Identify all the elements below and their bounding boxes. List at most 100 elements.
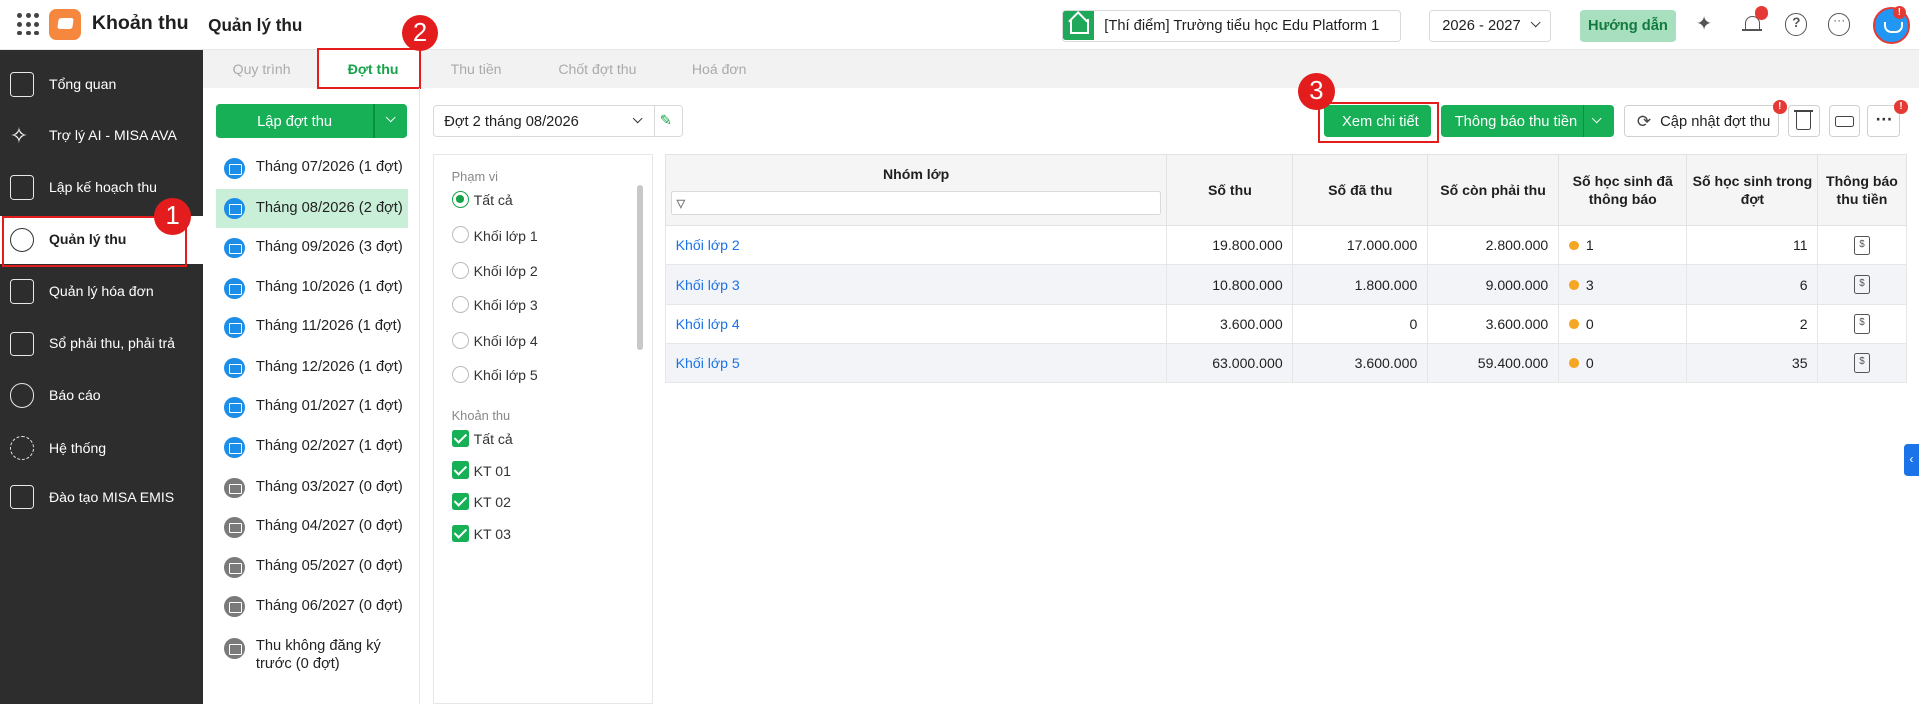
column-header[interactable]: Số thu [1166,154,1294,227]
radio[interactable] [451,226,469,244]
period-select-value: Đợt 2 tháng 08/2026 [444,113,579,130]
table-row[interactable]: Khối lớp 5 63.000.000 3.600.000 59.400.0… [664,343,1907,383]
update-period-button[interactable]: ⟳ Cập nhật đợt thu [1623,105,1780,138]
radio[interactable] [451,296,469,314]
column-header[interactable]: Số học sinh đã thông báo [1558,154,1688,227]
sidebar-item-invoices[interactable]: Quản lý hóa đơn [0,267,203,316]
sidebar-item-system[interactable]: Hệ thống [0,424,203,473]
school-year-select[interactable]: 2026 - 2027 [1428,9,1552,42]
calendar-icon [224,637,245,659]
period-item[interactable]: Tháng 02/2027 (1 đợt) [216,427,408,466]
payment-notice-icon[interactable]: $ [1853,313,1870,334]
period-item-selected[interactable]: Tháng 08/2026 (2 đợt) [215,188,408,228]
create-period-button[interactable]: Lập đợt thu [215,104,407,139]
ellipsis-icon: ··· [1875,108,1893,129]
cell-remaining: 9.000.000 [1427,264,1560,305]
chevron-down-icon[interactable] [1591,113,1602,124]
panel-toggle-icon[interactable]: ‹ [1904,444,1919,477]
cell-amount: 10.800.000 [1166,264,1294,305]
calendar-icon [224,396,245,418]
print-button[interactable] [1829,105,1860,138]
chevron-down-icon[interactable] [385,112,396,123]
table-row[interactable]: Khối lớp 2 19.800.000 17.000.000 2.800.0… [664,225,1907,266]
checkbox-checked[interactable] [451,461,469,479]
period-item[interactable]: Tháng 07/2026 (1 đợt) [216,148,408,187]
payment-notice-icon[interactable]: $ [1853,274,1870,295]
table-row[interactable]: Khối lớp 3 10.800.000 1.800.000 9.000.00… [664,264,1907,305]
tab-invoices[interactable]: Hoá đơn [692,61,747,77]
sidebar-item-ledger[interactable]: Sổ phải thu, phải trả [0,320,203,369]
period-item[interactable]: Tháng 04/2027 (0 đợt) [216,507,408,546]
period-item[interactable]: Thu không đăng ký trước (0 đợt) [216,637,408,679]
period-label: Tháng 07/2026 (1 đợt) [255,159,403,176]
payment-notice-icon[interactable]: $ [1853,353,1870,373]
notify-payment-button[interactable]: Thông báo thu tiền [1441,105,1614,138]
school-selector[interactable]: [Thí điểm] Trường tiểu học Edu Platform … [1061,9,1401,42]
help-button[interactable]: Hướng dẫn [1579,9,1677,42]
period-select[interactable]: Đợt 2 tháng 08/2026 ✎ [433,105,684,138]
question-icon[interactable]: ? [1785,13,1808,36]
tab-close-period[interactable]: Chốt đợt thu [558,61,636,77]
radio-checked[interactable] [451,190,469,208]
calendar-icon [224,557,245,578]
radio[interactable] [451,261,469,279]
highlight-box [317,47,422,90]
group-link[interactable]: Khối lớp 4 [664,304,1168,344]
period-item[interactable]: Tháng 05/2027 (0 đợt) [216,547,408,586]
sidebar-item-training[interactable]: Đào tạo MISA EMIS [0,473,203,522]
sidebar-item-ai-assistant[interactable]: ✧ Trợ lý AI - MISA AVA [0,111,203,160]
checkbox-checked[interactable] [451,429,469,447]
cell-collected: 3.600.000 [1292,343,1429,383]
calendar-icon [224,477,245,499]
period-item[interactable]: Tháng 12/2026 (1 đợt) [216,348,408,387]
cell-collected: 17.000.000 [1292,225,1429,266]
group-link[interactable]: Khối lớp 5 [664,343,1168,383]
table-header-row: Nhóm lớp ▽ Số thu Số đã thu Số còn phải … [664,154,1907,227]
group-link[interactable]: Khối lớp 2 [664,225,1168,266]
cell-students: 35 [1686,343,1819,383]
column-header[interactable]: Số còn phải thu [1427,154,1560,227]
notified-count: 3 [1585,276,1594,293]
more-icon[interactable]: ··· [1828,13,1851,36]
column-header[interactable]: Số đã thu [1292,154,1429,227]
period-label: Tháng 01/2027 (1 đợt) [255,397,403,414]
period-item[interactable]: Tháng 06/2027 (0 đợt) [216,587,408,626]
radio[interactable] [451,365,469,384]
table-row[interactable]: Khối lớp 4 3.600.000 0 3.600.000 0 2 $ [664,304,1907,344]
column-header[interactable]: Thông báo thu tiền [1817,154,1907,227]
cell-notify: $ [1817,264,1907,305]
checkbox-checked[interactable] [451,493,469,511]
trash-icon [1796,112,1811,130]
period-item[interactable]: Tháng 11/2026 (1 đợt) [216,307,408,346]
period-item[interactable]: Tháng 01/2027 (1 đợt) [216,387,408,426]
period-item[interactable]: Tháng 03/2027 (0 đợt) [216,468,408,507]
period-label: Tháng 08/2026 (2 đợt) [255,199,403,216]
app-grid-icon[interactable] [17,13,40,36]
column-header[interactable]: Số học sinh trong đợt [1686,154,1819,227]
group-link[interactable]: Khối lớp 3 [664,264,1168,305]
period-item[interactable]: Tháng 10/2026 (1 đợt) [216,268,408,307]
avatar[interactable]: ! [1873,5,1911,45]
tab-process[interactable]: Quy trình [233,61,291,77]
tab-collect[interactable]: Thu tiền [451,61,502,77]
pencil-icon[interactable]: ✎ [660,112,677,129]
sidebar-item-label: Sổ phải thu, phải trả [48,335,175,352]
radio[interactable] [451,331,469,349]
ai-sparkle-icon[interactable]: ✦ [1696,13,1718,35]
filter-icon: ▽ [676,198,686,211]
cell-notified: 1 [1558,225,1688,266]
sidebar-item-reports[interactable]: Báo cáo [0,371,203,420]
calendar-icon [224,357,245,379]
scrollbar[interactable] [636,184,643,350]
period-item[interactable]: Tháng 09/2026 (3 đợt) [216,228,408,267]
bell-icon[interactable] [1741,6,1769,35]
book-icon [9,484,35,510]
collection-table: Nhóm lớp ▽ Số thu Số đã thu Số còn phải … [664,154,1907,383]
option-label: KT 01 [473,462,511,479]
group-filter-input[interactable]: ▽ [670,190,1162,216]
sidebar-item-overview[interactable]: Tổng quan [0,60,203,109]
option-label: KT 03 [473,526,511,543]
payment-notice-icon[interactable]: $ [1853,235,1870,256]
delete-button[interactable] [1787,105,1820,138]
checkbox-checked[interactable] [451,525,469,543]
